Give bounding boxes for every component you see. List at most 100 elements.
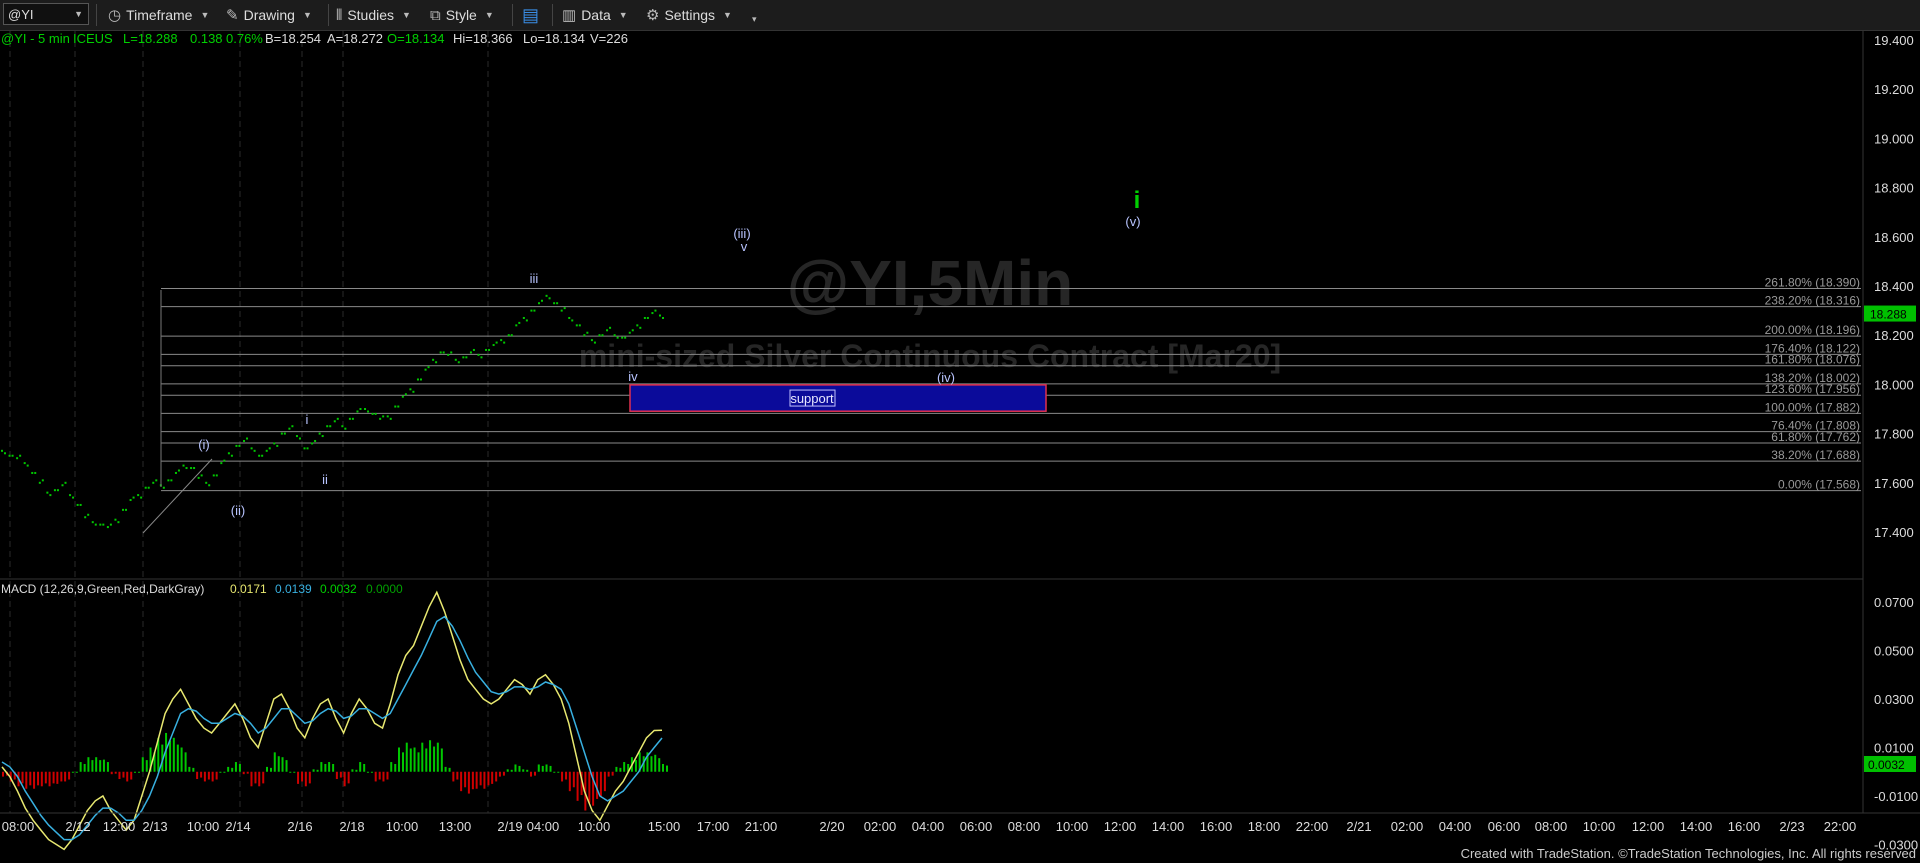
- studies-menu[interactable]: ⫴ Studies ▼: [336, 0, 411, 30]
- time-tick-label: 13:00: [439, 819, 472, 834]
- support-label: support: [790, 391, 834, 406]
- histogram-bar: [658, 758, 661, 772]
- histogram-bar: [44, 771, 47, 784]
- histogram-bar: [654, 754, 657, 772]
- histogram-bar: [227, 766, 230, 772]
- histogram-bar: [262, 771, 265, 784]
- histogram-bar: [366, 771, 369, 773]
- price-bar: [432, 358, 435, 361]
- histogram-bar: [141, 757, 144, 772]
- histogram-bar: [374, 771, 377, 782]
- histogram-bar: [483, 771, 486, 789]
- price-bar: [243, 439, 246, 442]
- histogram-bar: [71, 771, 74, 773]
- symbol-value: @YI: [8, 6, 34, 22]
- histogram-bar: [102, 759, 105, 772]
- histogram-bar: [200, 771, 203, 778]
- price-bar: [326, 425, 329, 428]
- histogram-bar: [110, 771, 113, 775]
- price-bar: [510, 334, 513, 337]
- price-bar: [447, 353, 450, 356]
- price-bar: [590, 339, 593, 342]
- price-bar: [454, 358, 457, 361]
- price-bar: [265, 449, 268, 452]
- price-bar: [31, 471, 34, 474]
- price-bar: [556, 302, 559, 305]
- histogram-bar: [425, 748, 428, 772]
- histogram-bar: [266, 766, 268, 772]
- price-tick-label: 17.400: [1874, 525, 1914, 540]
- drawing-menu[interactable]: ✎ Drawing ▼: [226, 0, 312, 30]
- chevron-down-icon: ▾: [752, 13, 757, 24]
- symbol-input[interactable]: @YI ▼: [3, 3, 89, 25]
- price-bar: [185, 467, 188, 470]
- layout-button[interactable]: ▤: [522, 0, 544, 30]
- fib-level-label: 123.60% (17.956): [1765, 382, 1860, 396]
- time-tick-label: 15:00: [648, 819, 681, 834]
- price-bar: [364, 408, 367, 410]
- time-tick-label: 04:00: [1439, 819, 1472, 834]
- price-bar: [435, 361, 438, 364]
- histogram-bar: [526, 769, 529, 772]
- price-tick-label: 19.200: [1874, 82, 1914, 97]
- histogram-bar: [320, 762, 323, 772]
- histogram-bar: [530, 771, 532, 777]
- price-bar: [333, 420, 336, 423]
- footer-credit: Created with TradeStation. ©TradeStation…: [1461, 846, 1916, 861]
- chevron-down-icon: ▼: [618, 10, 628, 20]
- chevron-down-icon: ▼: [723, 10, 732, 20]
- price-bar: [477, 353, 480, 356]
- gear-icon: ⚙: [646, 7, 660, 24]
- price-bar: [374, 412, 377, 415]
- histogram-bar: [114, 771, 117, 774]
- style-menu[interactable]: ⧉ Style ▼: [430, 0, 494, 30]
- chevron-down-icon: ▼: [200, 10, 210, 20]
- histogram-bar: [541, 765, 544, 772]
- price-bar: [205, 481, 208, 484]
- price-bar: [548, 297, 551, 300]
- toolbar-overflow-button[interactable]: ▾: [744, 4, 757, 34]
- price-bar: [639, 326, 642, 329]
- price-bar: [155, 479, 158, 482]
- timeframe-menu[interactable]: ◷ Timeframe ▼: [108, 0, 209, 30]
- chart-canvas[interactable]: @YI,5Min mini-sized Silver Continuous Co…: [0, 31, 1920, 863]
- price-bar: [56, 489, 59, 492]
- data-menu[interactable]: ▥ Data ▼: [562, 0, 628, 30]
- price-bar: [137, 494, 140, 497]
- chevron-down-icon[interactable]: ▼: [74, 9, 83, 19]
- histogram-bar: [386, 771, 389, 780]
- histogram-bar: [33, 771, 36, 789]
- histogram-bar: [467, 771, 470, 794]
- price-bar: [99, 523, 102, 526]
- price-bar: [61, 484, 64, 487]
- price-bar: [397, 405, 400, 408]
- price-bar: [488, 348, 491, 351]
- time-tick-label: 10:00: [1583, 819, 1616, 834]
- price-bar: [46, 491, 49, 494]
- chevron-down-icon: ▼: [484, 10, 494, 20]
- price-bar: [197, 476, 200, 479]
- toolbar-divider: [512, 4, 513, 26]
- price-bar: [545, 294, 548, 297]
- price-bar: [208, 484, 211, 487]
- price-bar: [598, 334, 601, 337]
- price-bar: [76, 503, 79, 506]
- histogram-bar: [471, 771, 474, 790]
- support-box[interactable]: [629, 384, 1047, 412]
- histogram-bar: [238, 763, 241, 772]
- last-price-badge: 18.288: [1864, 305, 1916, 322]
- wave-label: (i): [198, 437, 210, 452]
- price-bar: [359, 408, 362, 410]
- price-bar: [23, 462, 26, 465]
- histogram-bar: [52, 771, 55, 784]
- settings-menu[interactable]: ⚙ Settings ▼: [646, 0, 732, 30]
- histogram-bar: [169, 740, 172, 772]
- histogram-bar: [312, 769, 315, 772]
- price-tick-label: 17.800: [1874, 427, 1914, 442]
- time-tick-label: 16:00: [1728, 819, 1761, 834]
- price-tick-label: 18.600: [1874, 230, 1914, 245]
- price-bar: [321, 435, 324, 438]
- histogram-bar: [390, 762, 393, 772]
- histogram-bar: [324, 763, 327, 772]
- histogram-bar: [351, 769, 354, 772]
